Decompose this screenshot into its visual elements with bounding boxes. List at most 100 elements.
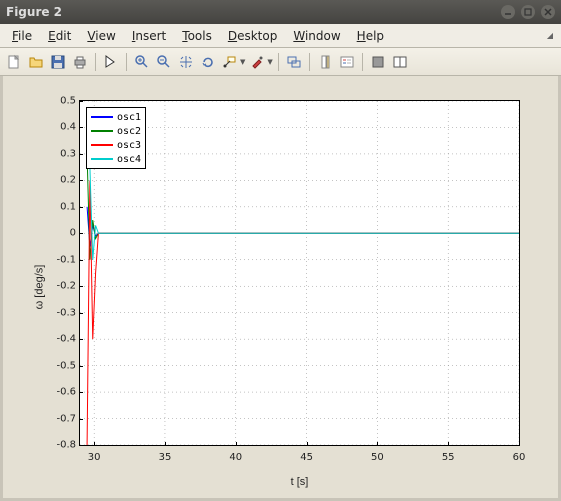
menu-file[interactable]: File	[4, 26, 40, 46]
x-tick-mark	[165, 442, 166, 446]
y-tick-mark	[79, 286, 83, 287]
figure-canvas[interactable]: ω [deg/s] t [s] osc1 osc2 osc3 osc4 3035…	[0, 76, 561, 501]
save-button[interactable]	[48, 52, 68, 72]
new-figure-button[interactable]	[4, 52, 24, 72]
show-tools-button[interactable]	[390, 52, 410, 72]
open-button[interactable]	[26, 52, 46, 72]
y-tick-label: -0.7	[46, 413, 76, 424]
y-tick-mark	[79, 180, 83, 181]
separator	[126, 53, 127, 71]
zoom-in-button[interactable]	[132, 52, 152, 72]
legend-entry-osc2: osc2	[91, 124, 141, 138]
legend-label-osc3: osc3	[117, 140, 141, 151]
y-tick-mark	[79, 392, 83, 393]
y-tick-mark	[79, 260, 83, 261]
x-tick-mark	[94, 442, 95, 446]
minimize-button[interactable]	[501, 5, 515, 19]
window-title: Figure 2	[6, 5, 501, 19]
menu-desktop-label: Desktop	[228, 29, 278, 43]
hide-tools-button[interactable]	[368, 52, 388, 72]
maximize-button[interactable]	[521, 5, 535, 19]
menu-insert[interactable]: Insert	[124, 26, 174, 46]
axes-container: ω [deg/s] t [s] osc1 osc2 osc3 osc4 3035…	[11, 84, 550, 490]
menu-view-label: View	[87, 29, 115, 43]
x-tick-mark	[377, 442, 378, 446]
legend-label-osc1: osc1	[117, 112, 141, 123]
y-tick-label: 0	[46, 228, 76, 239]
print-button[interactable]	[70, 52, 90, 72]
link-plot-button[interactable]	[284, 52, 304, 72]
menu-window[interactable]: Window	[285, 26, 348, 46]
x-tick-label: 45	[300, 452, 313, 463]
menu-window-label: Window	[293, 29, 340, 43]
y-tick-mark	[79, 419, 83, 420]
rotate-button[interactable]	[198, 52, 218, 72]
menu-edit-label: Edit	[48, 29, 71, 43]
y-tick-label: -0.1	[46, 254, 76, 265]
axes[interactable]: osc1 osc2 osc3 osc4 30354045505560-0.8-0…	[79, 100, 520, 446]
x-tick-label: 35	[159, 452, 172, 463]
figure-window: Figure 2 File Edit View Insert Tools Des…	[0, 0, 561, 501]
dropdown-icon[interactable]: ▼	[240, 58, 245, 66]
menu-view[interactable]: View	[79, 26, 123, 46]
legend-label-osc4: osc4	[117, 154, 141, 165]
brush-button[interactable]	[247, 52, 267, 72]
y-tick-mark	[79, 339, 83, 340]
y-tick-label: -0.8	[46, 440, 76, 451]
y-tick-mark	[79, 154, 83, 155]
data-cursor-button[interactable]	[220, 52, 240, 72]
y-tick-label: 0.3	[46, 148, 76, 159]
x-tick-mark	[307, 442, 308, 446]
y-tick-label: 0.1	[46, 201, 76, 212]
y-tick-mark	[79, 207, 83, 208]
y-tick-label: -0.2	[46, 281, 76, 292]
y-tick-mark	[79, 127, 83, 128]
x-axis-label: t [s]	[79, 476, 520, 488]
y-tick-label: 0.2	[46, 175, 76, 186]
menu-file-label: File	[12, 29, 32, 43]
legend-color-osc4	[91, 158, 113, 160]
x-tick-mark	[519, 442, 520, 446]
separator	[278, 53, 279, 71]
y-tick-label: -0.4	[46, 334, 76, 345]
x-tick-label: 40	[229, 452, 242, 463]
menu-overflow-icon[interactable]: ◢	[547, 31, 553, 40]
edit-plot-button[interactable]	[101, 52, 121, 72]
y-tick-mark	[79, 313, 83, 314]
menu-tools[interactable]: Tools	[174, 26, 220, 46]
legend-color-osc1	[91, 116, 113, 118]
menu-edit[interactable]: Edit	[40, 26, 79, 46]
legend-button[interactable]	[337, 52, 357, 72]
menu-desktop[interactable]: Desktop	[220, 26, 286, 46]
y-tick-mark	[79, 101, 83, 102]
menu-tools-label: Tools	[182, 29, 212, 43]
y-tick-label: 0.4	[46, 122, 76, 133]
separator	[95, 53, 96, 71]
dropdown-icon[interactable]: ▼	[267, 58, 272, 66]
x-tick-label: 55	[442, 452, 455, 463]
menu-insert-label: Insert	[132, 29, 166, 43]
pan-button[interactable]	[176, 52, 196, 72]
close-button[interactable]	[541, 5, 555, 19]
zoom-out-button[interactable]	[154, 52, 174, 72]
x-tick-label: 50	[371, 452, 384, 463]
x-tick-mark	[448, 442, 449, 446]
y-tick-mark	[79, 445, 83, 446]
menu-help-label: Help	[357, 29, 384, 43]
menubar: File Edit View Insert Tools Desktop Wind…	[0, 24, 561, 48]
y-tick-label: -0.5	[46, 360, 76, 371]
y-tick-label: -0.3	[46, 307, 76, 318]
y-tick-label: -0.6	[46, 387, 76, 398]
x-tick-label: 30	[88, 452, 101, 463]
toolbar: ▼ ▼	[0, 48, 561, 76]
legend[interactable]: osc1 osc2 osc3 osc4	[86, 107, 146, 169]
menu-help[interactable]: Help	[349, 26, 392, 46]
legend-color-osc2	[91, 130, 113, 132]
window-controls	[501, 5, 555, 19]
separator	[309, 53, 310, 71]
y-tick-label: 0.5	[46, 96, 76, 107]
titlebar[interactable]: Figure 2	[0, 0, 561, 24]
y-tick-mark	[79, 366, 83, 367]
colorbar-button[interactable]	[315, 52, 335, 72]
legend-label-osc2: osc2	[117, 126, 141, 137]
